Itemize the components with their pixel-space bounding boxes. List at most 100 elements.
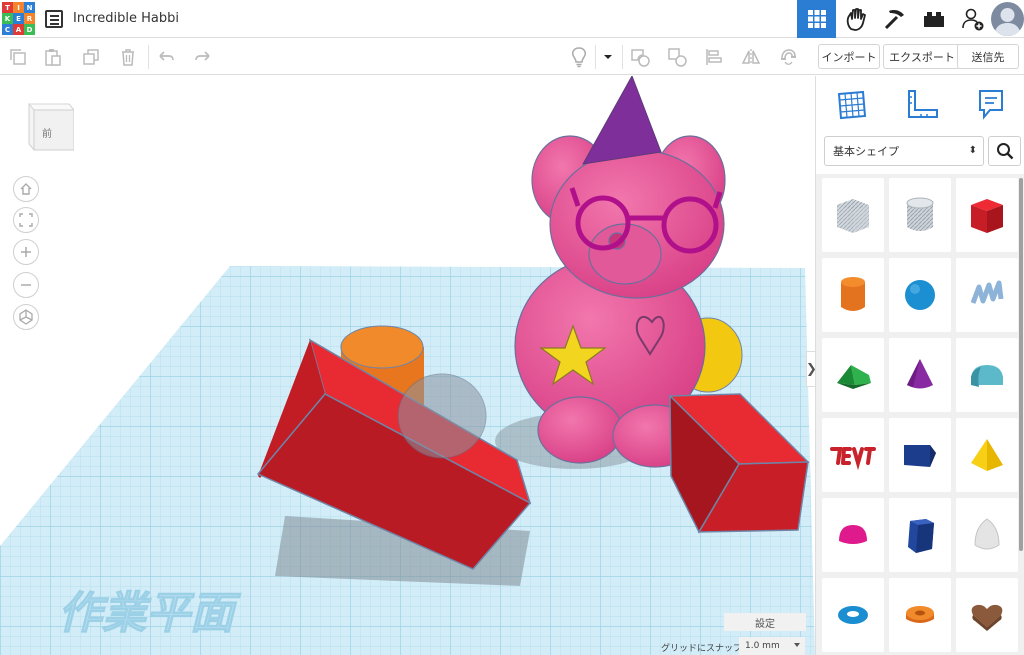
shape-round-roof[interactable]: [956, 338, 1018, 412]
logo-letter: T: [2, 2, 13, 13]
roof-icon: [837, 365, 871, 389]
tinkercad-editor: TINKERCAD Incredible Habbi インポート エクスポート …: [0, 0, 1024, 655]
mirror-button[interactable]: [740, 46, 762, 68]
shape-sphere[interactable]: [889, 258, 951, 332]
shape-search-button[interactable]: [988, 136, 1021, 166]
workplane-tab[interactable]: [831, 84, 871, 124]
polygon-icon: [904, 445, 936, 467]
zoom-in-icon: [21, 247, 31, 257]
shape-text[interactable]: [822, 418, 884, 492]
notes-tab-icon: [979, 90, 1003, 120]
redo-button[interactable]: [192, 46, 214, 68]
shape-hexagonal-prism[interactable]: [889, 498, 951, 572]
settings-button[interactable]: 設定: [724, 613, 806, 631]
shape-torus[interactable]: [822, 578, 884, 652]
text-icon: [830, 447, 876, 471]
zoom-out-button[interactable]: [13, 272, 39, 298]
toolbar-divider: [595, 45, 596, 69]
party-hat-shape[interactable]: [582, 76, 662, 165]
panel-collapse-button[interactable]: ❯: [806, 351, 815, 387]
show-hide-dropdown[interactable]: [597, 46, 619, 68]
bricks-button[interactable]: [914, 0, 953, 38]
cruise-button[interactable]: [777, 46, 799, 68]
view-cube[interactable]: 前: [24, 98, 76, 156]
duplicate-icon: [83, 49, 99, 65]
bricks-icon: [923, 12, 944, 27]
import-button[interactable]: インポート: [818, 44, 880, 69]
workplane-tab-icon: [837, 90, 867, 120]
notes-tab[interactable]: [971, 84, 1011, 124]
shape-cylinder-hole[interactable]: [889, 178, 951, 252]
torus-icon: [838, 606, 868, 624]
pickaxe-icon: [884, 10, 904, 30]
shape-scribble[interactable]: [956, 258, 1018, 332]
zoom-in-button[interactable]: [13, 239, 39, 265]
undo-button[interactable]: [155, 46, 177, 68]
tube-icon: [906, 606, 934, 623]
ruler-tab[interactable]: [902, 84, 942, 124]
view-cube-front-label: 前: [42, 129, 52, 140]
chevron-down-icon: [794, 643, 800, 647]
transparent-sphere-shape[interactable]: [397, 373, 487, 459]
cylinder-icon: [841, 277, 865, 311]
3d-workplane-viewport[interactable]: 作業平面 前 設定 グリッドにスナップ 1.0 mm: [0, 76, 815, 655]
cone-icon: [907, 359, 933, 389]
group-icon: [631, 49, 650, 67]
shape-half-sphere[interactable]: [822, 498, 884, 572]
edit-toolbar: [0, 39, 815, 75]
minecraft-button[interactable]: [875, 0, 914, 38]
project-title[interactable]: Incredible Habbi: [73, 11, 179, 26]
fit-view-button[interactable]: [13, 207, 39, 233]
snap-grid-select[interactable]: 1.0 mm: [739, 637, 805, 655]
panel-scrollbar[interactable]: [1019, 178, 1023, 551]
grid-view-button[interactable]: [797, 0, 836, 38]
snap-grid-label: グリッドにスナップ: [661, 644, 743, 654]
paste-button[interactable]: [42, 46, 64, 68]
toolbar-divider: [622, 45, 623, 69]
round-roof-icon: [971, 365, 1003, 387]
group-button[interactable]: [629, 46, 651, 68]
ungroup-button[interactable]: [666, 46, 688, 68]
half-sphere-icon: [839, 525, 867, 544]
shape-polygon[interactable]: [889, 418, 951, 492]
shape-heart[interactable]: [956, 578, 1018, 652]
copy-button[interactable]: [7, 46, 29, 68]
scene-canvas[interactable]: 作業平面: [0, 76, 815, 655]
export-button[interactable]: エクスポート: [883, 44, 961, 69]
copy-icon: [10, 49, 26, 65]
logo-letter: E: [13, 13, 24, 24]
tinker-hand-button[interactable]: [836, 0, 875, 38]
align-icon: [706, 49, 722, 65]
align-button[interactable]: [703, 46, 725, 68]
shape-paraboloid[interactable]: [956, 498, 1018, 572]
shape-category-select[interactable]: 基本シェイプ ⬍: [824, 136, 984, 166]
send-to-button[interactable]: 送信先: [957, 44, 1019, 69]
tinkercad-logo[interactable]: TINKERCAD: [2, 2, 36, 36]
show-hide-button[interactable]: [568, 46, 590, 68]
perspective-icon: [19, 309, 33, 325]
undo-icon: [159, 51, 174, 61]
design-menu-icon[interactable]: [45, 10, 63, 28]
shape-cylinder[interactable]: [822, 258, 884, 332]
shape-tube[interactable]: [889, 578, 951, 652]
shape-pyramid[interactable]: [956, 418, 1018, 492]
hexagonal-prism-icon: [908, 519, 934, 553]
user-avatar[interactable]: [991, 2, 1024, 36]
perspective-button[interactable]: [13, 304, 39, 330]
redo-icon: [195, 51, 210, 61]
ungroup-icon: [668, 48, 687, 67]
delete-button[interactable]: [117, 46, 139, 68]
fit-view-icon: [19, 213, 33, 227]
top-header: TINKERCAD Incredible Habbi: [0, 0, 1024, 38]
cylinder-hole-icon: [906, 197, 934, 231]
shape-cone[interactable]: [889, 338, 951, 412]
shape-box-hole[interactable]: [822, 178, 884, 252]
logo-letter: A: [13, 24, 24, 35]
duplicate-button[interactable]: [80, 46, 102, 68]
snap-grid-value: 1.0 mm: [745, 641, 780, 651]
shape-roof[interactable]: [822, 338, 884, 412]
home-view-button[interactable]: [13, 176, 39, 202]
import-export-bar: インポート エクスポート 送信先: [815, 39, 1024, 75]
shape-box[interactable]: [956, 178, 1018, 252]
add-user-button[interactable]: [953, 0, 992, 38]
